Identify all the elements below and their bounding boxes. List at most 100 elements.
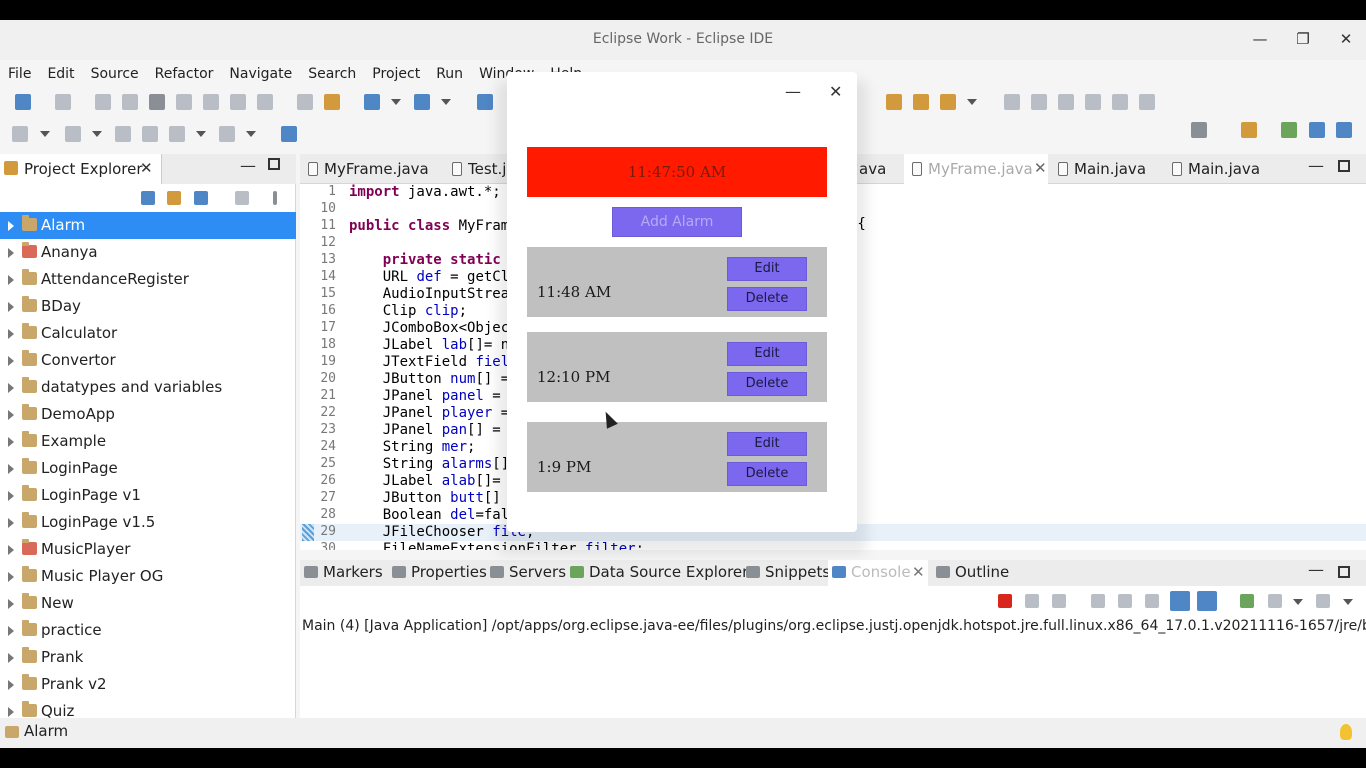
- menu-edit[interactable]: Edit: [47, 66, 74, 82]
- maximize-icon[interactable]: [1338, 160, 1350, 172]
- open-perspective-icon[interactable]: [1241, 122, 1257, 138]
- collapse-all-icon[interactable]: [141, 191, 155, 205]
- chevron-right-icon[interactable]: [8, 410, 14, 420]
- globe-icon[interactable]: [477, 94, 493, 110]
- skip-breakpoints-icon[interactable]: [55, 94, 71, 110]
- chevron-down-icon[interactable]: [1343, 599, 1353, 605]
- chevron-right-icon[interactable]: [8, 599, 14, 609]
- forward-edit-icon[interactable]: [142, 126, 158, 142]
- tree-item-project[interactable]: practice: [0, 617, 296, 644]
- edit-button[interactable]: Edit: [727, 432, 807, 456]
- scroll-lock-icon[interactable]: [1118, 594, 1132, 608]
- java-perspective-icon[interactable]: [1336, 122, 1352, 138]
- chevron-right-icon[interactable]: [8, 464, 14, 474]
- chevron-right-icon[interactable]: [8, 356, 14, 366]
- tree-item-project[interactable]: LoginPage: [0, 455, 296, 482]
- step-into-icon[interactable]: [203, 94, 219, 110]
- tree-item-project[interactable]: LoginPage v1.5: [0, 509, 296, 536]
- tab-snippets[interactable]: Snippets: [742, 560, 830, 586]
- prev-annotation-icon[interactable]: [65, 126, 81, 142]
- step-over-icon[interactable]: [230, 94, 246, 110]
- chevron-right-icon[interactable]: [8, 329, 14, 339]
- open-type-icon[interactable]: [886, 94, 902, 110]
- show-stderr-icon[interactable]: [1197, 591, 1217, 611]
- menu-run[interactable]: Run: [436, 66, 463, 82]
- delete-button[interactable]: Delete: [727, 372, 807, 396]
- block-selection-icon[interactable]: [1058, 94, 1074, 110]
- chevron-right-icon[interactable]: [8, 572, 14, 582]
- menu-navigate[interactable]: Navigate: [229, 66, 292, 82]
- close-icon[interactable]: ✕: [829, 82, 842, 101]
- tree-item-project[interactable]: Prank v2: [0, 671, 296, 698]
- restore-icon[interactable]: ❐: [1291, 28, 1315, 52]
- menu-refactor[interactable]: Refactor: [155, 66, 214, 82]
- chevron-right-icon[interactable]: [8, 221, 14, 231]
- close-icon[interactable]: ✕: [1034, 159, 1047, 177]
- word-wrap-icon[interactable]: [1145, 594, 1159, 608]
- use-step-filters-icon[interactable]: [324, 94, 340, 110]
- link-with-editor-icon[interactable]: [167, 191, 181, 205]
- new-icon[interactable]: [15, 94, 31, 110]
- pin-console-icon[interactable]: [1240, 594, 1254, 608]
- menu-project[interactable]: Project: [372, 66, 420, 82]
- show-stdout-icon[interactable]: [1170, 591, 1190, 611]
- menu-source[interactable]: Source: [91, 66, 139, 82]
- tab-outline[interactable]: Outline: [932, 560, 1012, 586]
- chevron-right-icon[interactable]: [8, 437, 14, 447]
- tree-item-project[interactable]: New: [0, 590, 296, 617]
- tab-myframe-java-active[interactable]: MyFrame.java ✕: [904, 154, 1048, 184]
- tip-bulb-icon[interactable]: [1340, 724, 1352, 740]
- tree-item-project[interactable]: MusicPlayer: [0, 536, 296, 563]
- delete-button[interactable]: Delete: [727, 462, 807, 486]
- chevron-down-icon[interactable]: [40, 131, 50, 137]
- maximize-icon[interactable]: [1338, 566, 1350, 578]
- chevron-right-icon[interactable]: [8, 680, 14, 690]
- chevron-right-icon[interactable]: [8, 518, 14, 528]
- mark-occurrences-icon[interactable]: [1031, 94, 1047, 110]
- chevron-right-icon[interactable]: [8, 302, 14, 312]
- tree-item-project[interactable]: datatypes and variables: [0, 374, 296, 401]
- chevron-down-icon[interactable]: [1293, 599, 1303, 605]
- view-menu-icon[interactable]: [273, 191, 277, 205]
- disconnect-icon[interactable]: [176, 94, 192, 110]
- tree-item-project[interactable]: Alarm: [0, 212, 296, 239]
- annotation-icon[interactable]: [1004, 94, 1020, 110]
- suspend-icon[interactable]: [122, 94, 138, 110]
- chevron-right-icon[interactable]: [8, 275, 14, 285]
- chevron-down-icon[interactable]: [246, 131, 256, 137]
- tree-item-project[interactable]: AttendanceRegister: [0, 266, 296, 293]
- minimize-icon[interactable]: —: [1308, 560, 1324, 579]
- back-icon[interactable]: [169, 126, 185, 142]
- add-alarm-button[interactable]: Add Alarm: [612, 207, 742, 237]
- tree-item-project[interactable]: Prank: [0, 644, 296, 671]
- tree-item-project[interactable]: Convertor: [0, 347, 296, 374]
- search-tool-icon[interactable]: [940, 94, 956, 110]
- chevron-down-icon[interactable]: [441, 99, 451, 105]
- menu-file[interactable]: File: [8, 66, 31, 82]
- new-package-icon[interactable]: [414, 94, 430, 110]
- filter-icon[interactable]: [194, 191, 208, 205]
- pin-editor-icon[interactable]: [281, 126, 297, 142]
- tree-item-project[interactable]: Ananya: [0, 239, 296, 266]
- delete-button[interactable]: Delete: [727, 287, 807, 311]
- chevron-down-icon[interactable]: [391, 99, 401, 105]
- tab-project-explorer[interactable]: Project Explorer ✕: [0, 154, 162, 184]
- tree-item-project[interactable]: Example: [0, 428, 296, 455]
- minimize-icon[interactable]: —: [240, 156, 256, 175]
- search-icon[interactable]: [1191, 122, 1207, 138]
- tab-servers[interactable]: Servers: [486, 560, 566, 586]
- close-icon[interactable]: ✕: [912, 563, 925, 581]
- display-console-icon[interactable]: [1268, 594, 1282, 608]
- whitespace-icon[interactable]: [1112, 94, 1128, 110]
- tab-console[interactable]: Console ✕: [828, 560, 928, 586]
- edit-button[interactable]: Edit: [727, 342, 807, 366]
- last-edit-icon[interactable]: [115, 126, 131, 142]
- close-icon[interactable]: ✕: [1334, 28, 1358, 52]
- word-wrap-icon[interactable]: [1085, 94, 1101, 110]
- focus-icon[interactable]: [235, 191, 249, 205]
- tab-myframe-java[interactable]: MyFrame.java: [300, 154, 440, 184]
- minimize-icon[interactable]: —: [1248, 28, 1272, 52]
- drop-to-frame-icon[interactable]: [297, 94, 313, 110]
- chevron-down-icon[interactable]: [967, 99, 977, 105]
- chevron-right-icon[interactable]: [8, 545, 14, 555]
